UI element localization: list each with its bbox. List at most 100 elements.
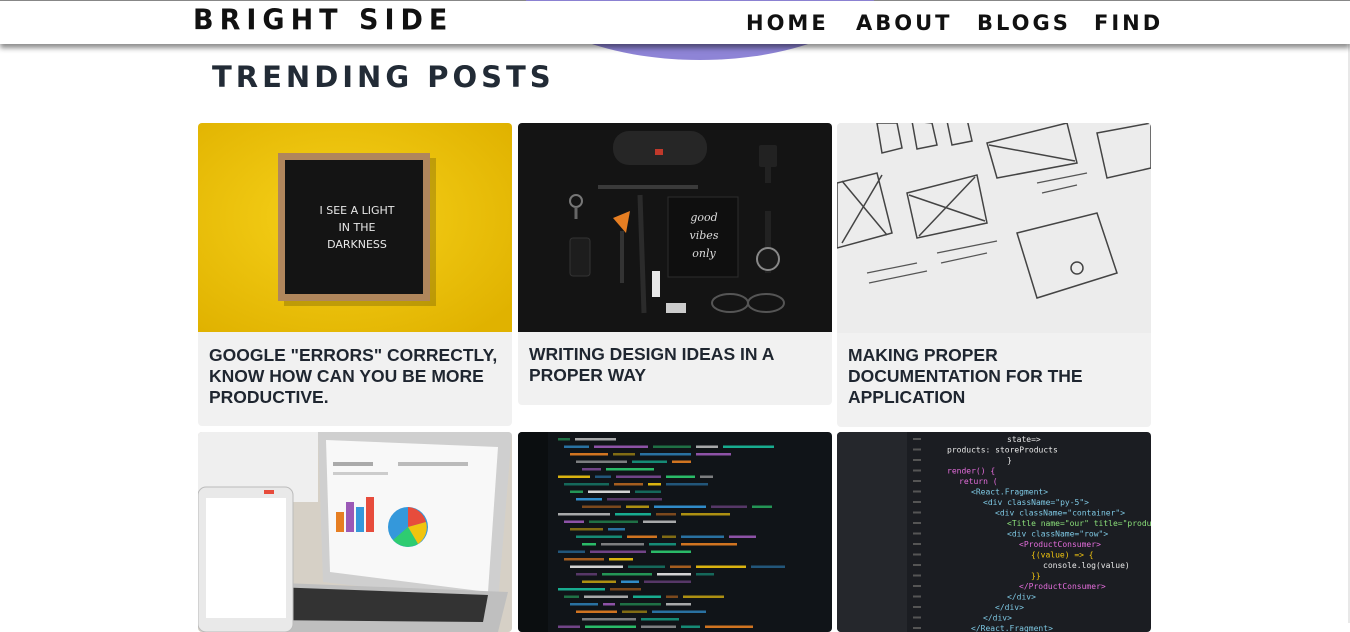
code-stroke <box>582 543 596 546</box>
line-number-mark <box>913 553 921 556</box>
post-image <box>837 123 1151 333</box>
code-stroke <box>641 618 679 621</box>
line-number-mark <box>913 480 921 482</box>
code-stroke <box>632 460 667 463</box>
post-card[interactable]: good vibes only WRITING DESIGN IDEAS IN … <box>518 123 832 405</box>
code-stroke <box>564 520 584 523</box>
post-image <box>198 432 512 632</box>
code-stroke <box>622 610 647 613</box>
code-line: </ProductConsumer> <box>1019 582 1106 591</box>
code-stroke <box>628 565 665 568</box>
line-number-mark <box>913 543 921 545</box>
letter-board-line: I SEE A LIGHT <box>319 204 394 217</box>
nav-find[interactable]: FIND <box>1094 11 1163 35</box>
line-number-mark <box>913 501 921 503</box>
code-stroke <box>711 505 747 508</box>
code-stroke <box>683 595 724 598</box>
code-stroke <box>681 625 700 628</box>
code-line: </div> <box>1007 593 1036 602</box>
code-stroke <box>696 565 746 568</box>
post-image: good vibes only <box>518 123 832 332</box>
code-line: } <box>1007 456 1012 465</box>
line-number-mark <box>913 469 921 472</box>
code-stroke <box>723 445 774 448</box>
code-stroke <box>654 505 706 508</box>
code-stroke <box>729 535 756 538</box>
code-stroke <box>696 445 718 448</box>
code-stroke <box>656 513 676 516</box>
line-number-mark <box>913 511 921 514</box>
post-image: state=> products: storeProducts} render() … <box>837 432 1151 632</box>
code-line: </React.Fragment> <box>971 624 1053 632</box>
nav-blogs[interactable]: BLOGS <box>977 11 1071 35</box>
code-line: <div className="row"> <box>1007 530 1108 539</box>
code-line: products: storeProducts <box>947 446 1058 455</box>
code-line: state=> <box>1007 435 1041 444</box>
line-number-mark <box>913 448 921 451</box>
code-stroke <box>626 505 649 508</box>
line-number-mark <box>913 532 921 535</box>
code-stroke <box>570 453 608 456</box>
code-stroke <box>601 543 644 546</box>
code-stroke <box>621 580 639 583</box>
code-stroke <box>564 445 589 448</box>
code-line: <React.Fragment> <box>971 488 1048 497</box>
nav-about[interactable]: ABOUT <box>856 11 953 35</box>
code-stroke <box>589 520 638 523</box>
post-card[interactable] <box>518 432 832 632</box>
post-title[interactable]: MAKING PROPER DOCUMENTATION FOR THE APPL… <box>848 345 1138 408</box>
post-title[interactable]: GOOGLE "ERRORS" CORRECTLY, KNOW HOW CAN … <box>209 345 499 408</box>
code-stroke <box>576 610 617 613</box>
line-number-mark <box>913 438 921 440</box>
code-stroke <box>681 543 737 546</box>
post-card[interactable]: state=> products: storeProducts} render() … <box>837 432 1151 632</box>
code-stroke <box>666 603 691 606</box>
code-stroke <box>570 603 598 606</box>
code-stroke <box>595 475 611 478</box>
code-stroke <box>613 453 635 456</box>
code-stroke <box>585 625 636 628</box>
code-stroke <box>564 595 579 598</box>
code-stroke <box>570 528 603 531</box>
code-stroke <box>652 610 706 613</box>
code-stroke <box>666 595 678 598</box>
code-stroke <box>576 498 602 501</box>
code-stroke <box>558 475 590 478</box>
code-stroke <box>590 550 646 553</box>
code-stroke <box>696 573 714 576</box>
code-stroke <box>666 483 708 486</box>
code-stroke <box>570 565 623 568</box>
nav-home[interactable]: HOME <box>746 11 829 35</box>
code-line: <div className="container"> <box>995 509 1125 518</box>
code-stroke <box>558 438 570 441</box>
code-stroke <box>666 475 695 478</box>
code-stroke <box>649 543 676 546</box>
code-stroke <box>670 565 691 568</box>
line-number-mark <box>913 522 921 524</box>
letter-board-line: IN THE <box>339 221 376 234</box>
post-card[interactable]: I SEE A LIGHT IN THE DARKNESS GOOGLE "ER… <box>198 123 512 426</box>
code-stroke <box>603 603 615 606</box>
post-card[interactable] <box>198 432 512 632</box>
code-line: </div> <box>995 603 1024 612</box>
code-stroke <box>681 513 730 516</box>
line-number-mark <box>913 490 921 493</box>
post-title[interactable]: WRITING DESIGN IDEAS IN A PROPER WAY <box>529 344 819 386</box>
brand-logo[interactable]: BRIGHT SIDE <box>193 4 453 37</box>
code-stroke <box>582 468 601 471</box>
code-line: render() { <box>947 467 995 476</box>
code-stroke <box>558 588 605 591</box>
code-stroke <box>653 445 691 448</box>
post-card[interactable]: MAKING PROPER DOCUMENTATION FOR THE APPL… <box>837 123 1151 427</box>
code-stroke <box>594 445 648 448</box>
navbar: BRIGHT SIDE HOME ABOUT BLOGS FIND <box>0 1 1350 44</box>
code-stroke <box>662 535 676 538</box>
post-image <box>518 432 832 632</box>
code-stroke <box>558 513 610 516</box>
code-stroke <box>752 505 772 508</box>
code-stroke <box>607 498 662 501</box>
code-stroke <box>616 475 661 478</box>
code-stroke <box>696 453 731 456</box>
code-stroke <box>570 490 583 493</box>
code-line: console.log(value) <box>1043 561 1130 570</box>
